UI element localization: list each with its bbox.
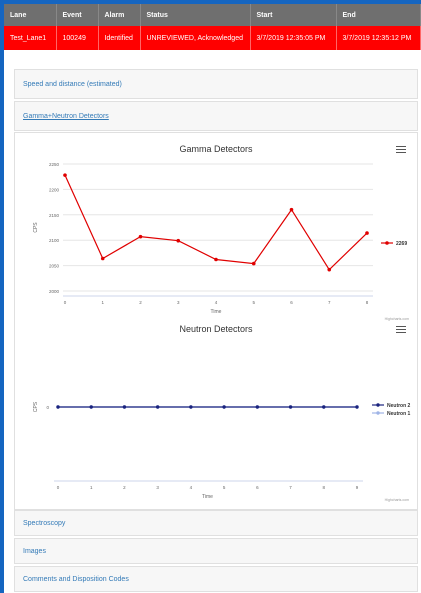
accordion-gamma-neutron-label: Gamma+Neutron Detectors: [23, 112, 109, 120]
accordion-gamma-neutron[interactable]: Gamma+Neutron Detectors: [14, 101, 418, 131]
neutron-data-point: [322, 405, 326, 409]
accordion-images[interactable]: Images: [14, 538, 418, 564]
cell-alarm: Identified: [98, 26, 141, 50]
neutron-x-tick-label: 0: [57, 485, 60, 490]
gamma-y-tick-label: 2100: [49, 238, 60, 243]
neutron-data-point: [255, 405, 260, 409]
gamma-chart: 2000 2050 2100 2150 2200 2250 0 1 2 3 4 5 6 7 8 Time CPS…: [33, 162, 409, 321]
table-row[interactable]: Test_Lane1 100249 Identified UNREVIEWED,…: [4, 26, 421, 50]
neutron-x-tick-label: 4: [190, 485, 193, 490]
neutron-x-tick-label: 3: [156, 485, 159, 490]
gamma-credits: Highcharts.com: [385, 317, 409, 321]
gamma-x-tick-label: 0: [64, 300, 67, 305]
gamma-data-point: [176, 238, 181, 243]
gamma-y-tick-label: 2250: [49, 162, 60, 167]
gamma-x-tick-label: 5: [252, 300, 255, 305]
gamma-x-tick-label: 8: [366, 300, 369, 305]
accordion-comments-label: Comments and Disposition Codes: [23, 575, 129, 583]
column-header-event[interactable]: Event: [56, 4, 99, 26]
gamma-legend-marker: [385, 241, 389, 245]
gamma-y-axis-title: CPS: [33, 222, 39, 233]
accordion-speed-distance[interactable]: Speed and distance (estimated): [14, 69, 418, 99]
cell-start: 3/7/2019 12:35:05 PM: [250, 26, 337, 50]
gamma-data-point: [138, 234, 143, 239]
neutron-legend-marker: [376, 403, 380, 407]
gamma-y-tick-label: 2050: [49, 264, 60, 269]
neutron-data-point: [288, 405, 293, 409]
neutron-data-point: [122, 405, 127, 409]
neutron-x-axis-title: Time: [202, 494, 213, 500]
gamma-x-tick-label: 4: [215, 300, 218, 305]
gamma-legend-label: 2269: [396, 241, 407, 247]
gamma-y-tick-label: 2150: [49, 213, 60, 218]
neutron-data-point: [155, 405, 160, 409]
column-header-status[interactable]: Status: [140, 4, 251, 26]
gamma-y-tick-label: 2000: [49, 289, 60, 294]
alarm-detail-window: Lane Event Alarm Status Start End Test_L…: [4, 4, 421, 593]
neutron-y-axis-title: CPS: [33, 401, 39, 412]
alarm-table: Lane Event Alarm Status Start End Test_L…: [4, 4, 421, 50]
neutron-x-tick-label: 8: [323, 485, 326, 490]
gamma-data-point: [100, 256, 105, 261]
neutron-x-tick-label: 1: [90, 485, 93, 490]
column-header-end[interactable]: End: [336, 4, 421, 26]
column-header-start[interactable]: Start: [250, 4, 337, 26]
neutron-legend-label: Neutron 2: [387, 403, 411, 409]
column-header-lane[interactable]: Lane: [4, 4, 57, 26]
neutron-chart: 0 1 2 3 4 5 6 7 8 9 Time 0 CPS Neutron 2 Neutron 1 High…: [33, 401, 411, 502]
neutron-x-tick-label: 5: [223, 485, 226, 490]
gamma-x-tick-label: 7: [328, 300, 331, 305]
accordion-images-label: Images: [23, 547, 46, 555]
neutron-data-point: [355, 405, 359, 409]
neutron-legend-label: Neutron 1: [387, 411, 411, 417]
gamma-data-point: [289, 207, 294, 212]
neutron-x-tick-label: 2: [123, 485, 126, 490]
cell-lane: Test_Lane1: [4, 26, 57, 50]
gamma-x-tick-label: 2: [139, 300, 142, 305]
gamma-x-tick-label: 6: [290, 300, 293, 305]
gamma-data-point: [63, 173, 67, 177]
neutron-data-point: [89, 405, 93, 409]
gamma-data-point: [251, 261, 256, 266]
accordion-comments[interactable]: Comments and Disposition Codes: [14, 566, 418, 592]
gamma-y-tick-label: 2200: [49, 187, 60, 192]
neutron-data-point: [56, 405, 60, 409]
gamma-x-tick-label: 1: [101, 300, 104, 305]
cell-end: 3/7/2019 12:35:12 PM: [336, 26, 421, 50]
neutron-credits: Highcharts.com: [385, 498, 409, 502]
gamma-data-point: [327, 267, 332, 272]
neutron-y-tick-label: 0: [46, 405, 49, 410]
neutron-legend-marker: [376, 411, 380, 415]
gamma-x-axis-title: Time: [211, 309, 222, 315]
neutron-x-tick-label: 6: [256, 485, 259, 490]
neutron-data-point: [189, 405, 193, 409]
gamma-neutron-panel: Gamma Detectors 2000 2050 2100 2150 2200 2250…: [14, 132, 418, 510]
accordion-spectroscopy-label: Spectroscopy: [23, 519, 66, 527]
gamma-data-point: [214, 257, 218, 262]
cell-event: 100249: [56, 26, 99, 50]
column-header-alarm[interactable]: Alarm: [98, 4, 141, 26]
gamma-x-tick-label: 3: [177, 300, 180, 305]
neutron-x-tick-label: 7: [289, 485, 292, 490]
accordion-speed-label: Speed and distance (estimated): [23, 80, 122, 88]
cell-status: UNREVIEWED, Acknowledged: [140, 26, 251, 50]
accordion-spectroscopy[interactable]: Spectroscopy: [14, 510, 418, 536]
neutron-x-tick-label: 9: [356, 485, 359, 490]
table-header-row: Lane Event Alarm Status Start End: [4, 4, 421, 26]
gamma-data-point: [365, 231, 369, 235]
neutron-data-point: [222, 405, 226, 409]
